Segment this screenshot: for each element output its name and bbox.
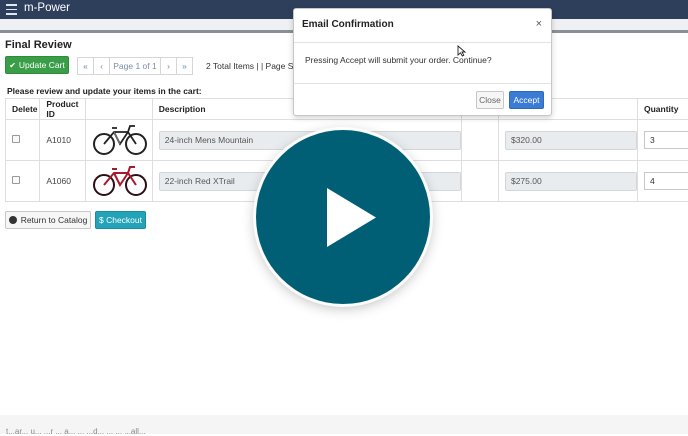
modal-accept-button[interactable]: Accept <box>509 91 544 109</box>
footer-text: t...ar... u... ...r ... a... ... ...d...… <box>6 427 146 436</box>
pager-info: 2 Total Items | | Page Size <box>206 61 304 71</box>
modal-close-button[interactable]: Close <box>476 91 504 109</box>
hidden-cell <box>461 161 498 202</box>
quantity-input[interactable]: 4 <box>644 172 688 190</box>
return-to-catalog-label: Return to Catalog <box>21 215 88 225</box>
price-field: $320.00 <box>505 131 637 150</box>
hamburger-menu-icon[interactable] <box>6 4 17 14</box>
delete-cell <box>6 161 40 202</box>
price-field: $275.00 <box>505 172 637 191</box>
product-id-cell: A1060 <box>40 161 85 202</box>
modal-divider <box>294 83 551 84</box>
quantity-input[interactable]: 3 <box>644 131 688 149</box>
app-title: m-Power <box>24 2 70 14</box>
prev-page-button[interactable]: ‹ <box>93 57 110 75</box>
play-icon <box>256 130 430 304</box>
arrow-left-circle-icon <box>9 216 17 224</box>
bike-black-icon <box>92 122 148 156</box>
video-play-button[interactable] <box>256 130 430 304</box>
update-cart-label: Update Cart <box>19 60 65 70</box>
price-cell: $320.00 <box>498 120 637 161</box>
product-image-cell <box>85 161 152 202</box>
col-image <box>85 99 152 120</box>
checkout-button[interactable]: $ Checkout <box>95 211 146 229</box>
col-quantity: Quantity <box>637 99 688 120</box>
quantity-cell: 3 <box>637 120 688 161</box>
bike-red-icon <box>92 163 148 197</box>
first-page-button[interactable]: « <box>77 57 94 75</box>
modal-divider <box>294 42 551 43</box>
check-icon: ✔ <box>9 61 16 70</box>
next-page-button[interactable]: › <box>160 57 177 75</box>
pager: « ‹ Page 1 of 1 › » <box>78 57 193 75</box>
hidden-cell <box>461 120 498 161</box>
product-id-cell: A1010 <box>40 120 85 161</box>
page-indicator: Page 1 of 1 <box>109 57 161 75</box>
return-to-catalog-button[interactable]: Return to Catalog <box>5 211 91 229</box>
update-cart-button[interactable]: ✔ Update Cart <box>5 56 69 74</box>
modal-title: Email Confirmation <box>302 19 394 30</box>
mouse-cursor-icon <box>457 45 466 57</box>
cart-instruction: Please review and update your items in t… <box>7 86 202 96</box>
delete-checkbox[interactable] <box>12 135 20 143</box>
col-delete: Delete <box>6 99 40 120</box>
close-icon[interactable]: × <box>536 18 542 30</box>
quantity-cell: 4 <box>637 161 688 202</box>
delete-cell <box>6 120 40 161</box>
product-image-cell <box>85 120 152 161</box>
col-product-id: Product ID <box>40 99 85 120</box>
email-confirmation-modal: Email Confirmation × Pressing Accept wil… <box>293 8 552 116</box>
delete-checkbox[interactable] <box>12 176 20 184</box>
last-page-button[interactable]: » <box>176 57 193 75</box>
price-cell: $275.00 <box>498 161 637 202</box>
page-title: Final Review <box>5 39 72 51</box>
